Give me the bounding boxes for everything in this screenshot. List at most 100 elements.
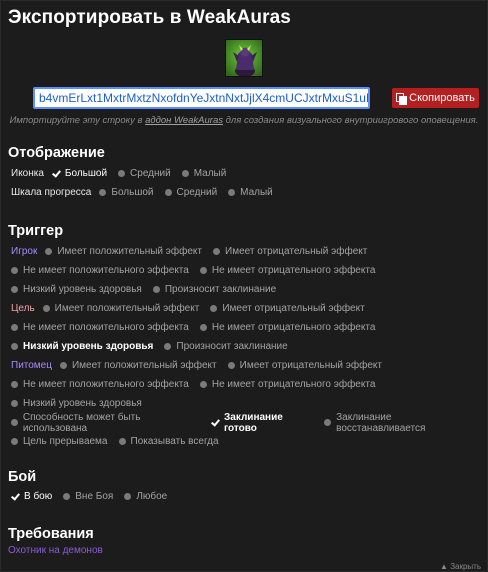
radio-dot-icon: [124, 493, 132, 500]
player-low-health[interactable]: Низкий уровень здоровья: [11, 284, 142, 295]
check-icon: [11, 493, 20, 500]
radio-dot-icon: [11, 343, 18, 350]
option-label: Низкий уровень здоровья: [23, 284, 142, 295]
option-label: Не имеет положительного эффекта: [23, 322, 189, 333]
check-icon: [211, 419, 220, 426]
progress-size-medium[interactable]: Средний: [164, 187, 217, 198]
radio-dot-icon: [11, 438, 18, 445]
misc-row: Цель прерываема Показывать всегда: [8, 432, 480, 451]
weakauras-export-panel: Экспортировать в WeakAuras b4vmErLxt1Mxt…: [0, 0, 488, 572]
target-interruptible-option[interactable]: Цель прерываема: [11, 436, 108, 447]
progress-size-large[interactable]: Большой: [99, 187, 154, 198]
pet-has-buff[interactable]: Имеет положительный эффект: [59, 360, 217, 371]
player-row-2: Не имеет положительного эффекта Не имеет…: [8, 261, 480, 280]
radio-dot-icon: [99, 189, 107, 196]
radio-dot-icon: [118, 438, 126, 445]
pet-has-debuff[interactable]: Имеет отрицательный эффект: [227, 360, 382, 371]
export-string-field[interactable]: b4vmErLxt1MxtrMxtzNxofdnYeJxtnNxtJjlX4cm…: [33, 87, 370, 109]
icon-size-small-label: Малый: [193, 168, 227, 179]
pet-row-2: Не имеет положительного эффекта Не имеет…: [8, 375, 480, 394]
show-always-option[interactable]: Показывать всегда: [118, 436, 219, 447]
target-label: Цель: [11, 303, 35, 314]
option-label: Имеет отрицательный эффект: [222, 303, 365, 314]
radio-dot-icon: [210, 305, 218, 312]
radio-dot-icon: [152, 286, 160, 293]
option-label: Произносит заклинание: [164, 284, 277, 295]
check-icon: [52, 170, 61, 177]
radio-dot-icon: [11, 419, 18, 426]
radio-dot-icon: [11, 400, 18, 407]
option-label: Не имеет положительного эффекта: [23, 379, 189, 390]
pet-no-debuff[interactable]: Не имеет отрицательного эффекта: [199, 379, 376, 390]
icon-size-medium[interactable]: Средний: [118, 168, 171, 179]
spell-icon-wrap: [8, 39, 480, 77]
radio-dot-icon: [11, 267, 18, 274]
radio-dot-icon: [324, 419, 332, 426]
target-has-buff[interactable]: Имеет положительный эффект: [42, 303, 199, 314]
option-label: Способность может быть использована: [22, 411, 141, 434]
radio-dot-icon: [63, 493, 71, 500]
spell-ready-option[interactable]: Заклинание готово: [211, 412, 316, 434]
player-no-debuff[interactable]: Не имеет отрицательного эффекта: [199, 265, 375, 276]
progress-bar-label: Шкала прогресса: [11, 187, 92, 198]
out-of-combat-option[interactable]: Вне Боя: [63, 491, 113, 502]
option-label: Заклинание восстанавливается: [336, 411, 426, 434]
target-has-debuff[interactable]: Имеет отрицательный эффект: [210, 303, 365, 314]
progress-size-small-label: Малый: [240, 187, 273, 198]
option-label: Произносит заклинание: [176, 341, 288, 352]
page-title: Экспортировать в WeakAuras: [8, 7, 291, 28]
pet-low-health[interactable]: Низкий уровень здоровья: [11, 398, 142, 409]
option-label: Не имеет отрицательного эффекта: [211, 322, 376, 333]
pet-row-1: Питомец Имеет положительный эффект Имеет…: [8, 356, 480, 375]
player-has-buff[interactable]: Имеет положительный эффект: [45, 246, 202, 257]
weakauras-addon-link[interactable]: аддон WeakAuras: [145, 115, 223, 126]
option-label: Низкий уровень здоровья: [23, 398, 142, 409]
option-label: Не имеет положительного эффекта: [23, 265, 189, 276]
hint-text-before: Импортируйте эту строку в: [9, 115, 146, 126]
option-label: Имеет положительный эффект: [57, 246, 202, 257]
player-has-debuff[interactable]: Имеет отрицательный эффект: [213, 246, 367, 257]
icon-size-medium-label: Средний: [130, 168, 171, 179]
spec-requirement-link[interactable]: Охотник на демонов: [8, 544, 480, 558]
icon-size-large-label: Большой: [64, 168, 108, 179]
requirements-heading: Требования: [8, 526, 94, 542]
option-label: Заклинание готово: [224, 411, 283, 434]
progress-size-large-label: Большой: [111, 187, 154, 198]
player-casting[interactable]: Произносит заклинание: [152, 284, 277, 295]
trigger-heading: Триггер: [8, 223, 64, 239]
target-no-debuff[interactable]: Не имеет отрицательного эффекта: [199, 322, 376, 333]
target-casting[interactable]: Произносит заклинание: [164, 341, 288, 352]
player-label: Игрок: [11, 246, 38, 257]
radio-dot-icon: [118, 170, 126, 177]
target-no-buff[interactable]: Не имеет положительного эффекта: [11, 322, 189, 333]
combat-heading: Бой: [8, 469, 37, 485]
radio-dot-icon: [213, 248, 220, 255]
close-toggle[interactable]: ▲ Закрыть: [440, 562, 481, 571]
radio-dot-icon: [164, 343, 172, 350]
option-label: Любое: [136, 491, 168, 502]
progress-size-small[interactable]: Малый: [228, 187, 273, 198]
pet-label: Питомец: [11, 360, 52, 371]
copy-button[interactable]: Скопировать: [392, 88, 479, 108]
radio-dot-icon: [11, 286, 18, 293]
target-row-1: Цель Имеет положительный эффект Имеет от…: [8, 299, 480, 318]
copy-icon: [396, 93, 408, 105]
radio-dot-icon: [11, 324, 18, 331]
in-combat-option[interactable]: В бою: [11, 491, 52, 502]
progress-bar-row: Шкала прогресса Большой Средний Малый: [8, 183, 480, 202]
option-label: Низкий уровень здоровья: [23, 341, 154, 352]
option-label: Вне Боя: [75, 491, 114, 502]
any-combat-option[interactable]: Любое: [124, 491, 167, 502]
option-label: Показывать всегда: [130, 436, 219, 447]
option-label: В бою: [24, 491, 53, 502]
radio-dot-icon: [45, 248, 53, 255]
player-no-buff[interactable]: Не имеет положительного эффекта: [11, 265, 189, 276]
ability-usable-option[interactable]: Способность может быть использована: [11, 412, 203, 434]
target-low-health[interactable]: Низкий уровень здоровья: [11, 341, 153, 352]
pet-no-buff[interactable]: Не имеет положительного эффекта: [11, 379, 189, 390]
icon-size-small[interactable]: Малый: [181, 168, 227, 179]
option-label: Имеет отрицательный эффект: [239, 360, 382, 371]
spell-recovering-option[interactable]: Заклинание восстанавливается: [324, 412, 480, 434]
icon-size-large[interactable]: Большой: [52, 168, 107, 179]
option-label: Не имеет отрицательного эффекта: [211, 379, 376, 390]
